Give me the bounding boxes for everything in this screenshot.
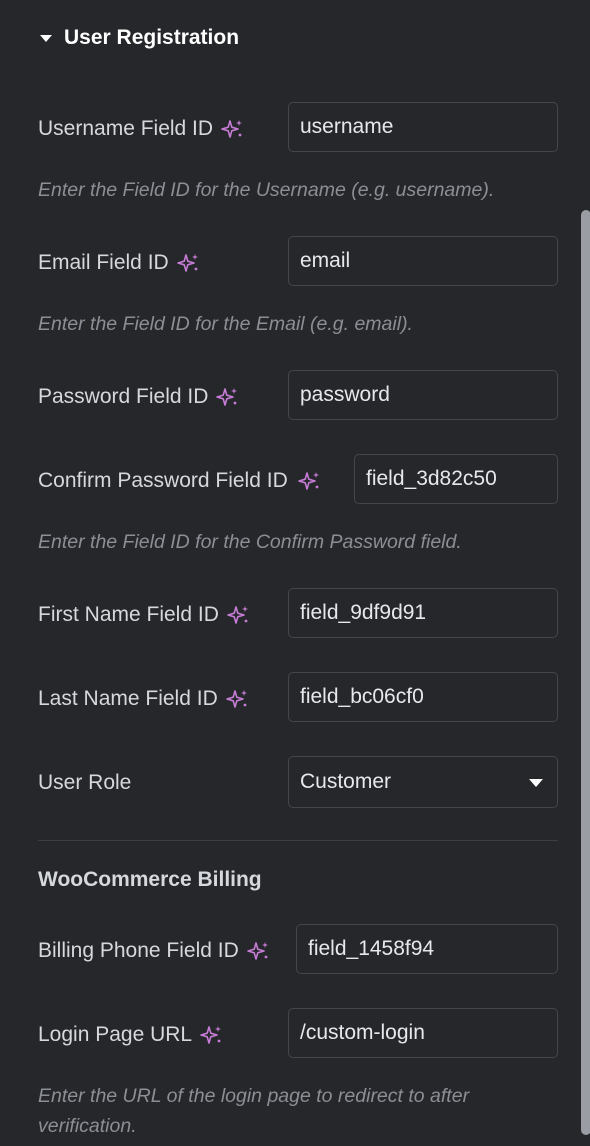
email-field-input[interactable] xyxy=(288,236,558,286)
email-field-label: Email Field ID xyxy=(38,251,201,275)
caret-down-icon xyxy=(529,779,543,787)
confirm-password-field-row: Confirm Password Field ID xyxy=(38,454,558,508)
user-role-select[interactable]: Customer xyxy=(288,756,558,808)
username-field-label: Username Field ID xyxy=(38,117,245,141)
confirm-password-field-label: Confirm Password Field ID xyxy=(38,469,322,493)
email-field-row: Email Field ID xyxy=(38,236,558,290)
login-page-url-label: Login Page URL xyxy=(38,1023,224,1047)
woocommerce-billing-heading: WooCommerce Billing xyxy=(38,868,262,891)
caret-down-icon xyxy=(40,34,52,42)
ai-sparkle-icon[interactable] xyxy=(200,1023,224,1047)
username-field-help: Enter the Field ID for the Username (e.g… xyxy=(38,179,495,201)
username-field-input[interactable] xyxy=(288,102,558,152)
section-title: User Registration xyxy=(64,26,240,49)
email-field-help: Enter the Field ID for the Email (e.g. e… xyxy=(38,313,413,335)
last-name-field-row: Last Name Field ID xyxy=(38,672,558,726)
username-field-row: Username Field ID xyxy=(38,102,558,156)
section-divider xyxy=(38,840,558,841)
ai-sparkle-icon[interactable] xyxy=(221,117,245,141)
last-name-field-input[interactable] xyxy=(288,672,558,722)
billing-phone-field-row: Billing Phone Field ID xyxy=(38,924,558,978)
password-field-label: Password Field ID xyxy=(38,385,240,409)
user-role-label: User Role xyxy=(38,771,132,794)
ai-sparkle-icon[interactable] xyxy=(246,939,271,963)
ai-sparkle-icon[interactable] xyxy=(227,603,251,627)
login-page-url-row: Login Page URL xyxy=(38,1008,558,1062)
confirm-password-field-input[interactable] xyxy=(354,454,558,504)
first-name-field-label: First Name Field ID xyxy=(38,603,251,627)
last-name-field-label: Last Name Field ID xyxy=(38,687,250,711)
user-role-selected-value: Customer xyxy=(300,770,392,793)
login-page-url-input[interactable] xyxy=(288,1008,558,1058)
billing-phone-field-input[interactable] xyxy=(296,924,558,974)
ai-sparkle-icon[interactable] xyxy=(225,687,250,711)
ai-sparkle-icon[interactable] xyxy=(216,385,240,409)
ai-sparkle-icon[interactable] xyxy=(176,251,201,275)
ai-sparkle-icon[interactable] xyxy=(297,469,322,493)
login-page-url-help: Enter the URL of the login page to redir… xyxy=(38,1085,470,1137)
password-field-row: Password Field ID xyxy=(38,370,558,424)
scrollbar[interactable] xyxy=(581,210,590,1135)
first-name-field-input[interactable] xyxy=(288,588,558,638)
first-name-field-row: First Name Field ID xyxy=(38,588,558,642)
password-field-input[interactable] xyxy=(288,370,558,420)
confirm-password-field-help: Enter the Field ID for the Confirm Passw… xyxy=(38,531,462,553)
billing-phone-field-label: Billing Phone Field ID xyxy=(38,939,271,963)
section-toggle-user-registration[interactable]: User Registration xyxy=(40,22,239,54)
user-role-row: User Role Customer xyxy=(38,756,558,810)
